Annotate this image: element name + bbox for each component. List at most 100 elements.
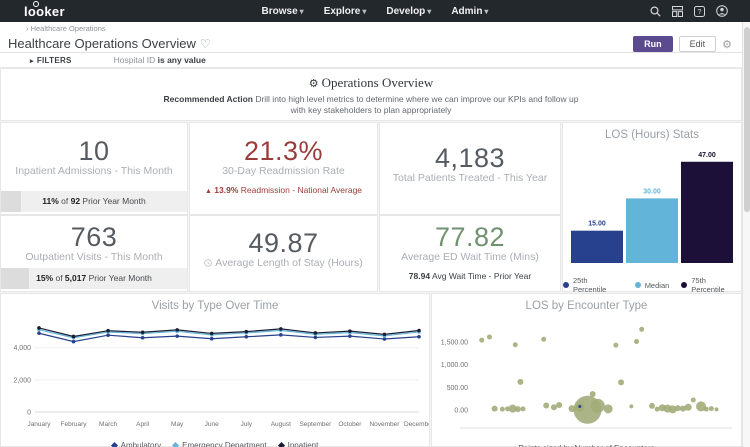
kpi-progress-text: 11% of 92 Prior Year Month [1, 191, 187, 212]
kpi-label: Total Patients Treated - This Year [380, 172, 560, 184]
legend-item[interactable]: 75th Percentile [681, 276, 741, 294]
kpi-progress-text: 15% of 5,017 Prior Year Month [1, 268, 187, 289]
los-encounter-chart[interactable]: 1,500.00 1,000.00 500.00 0.00 [432, 312, 741, 443]
legend-item[interactable]: 25th Percentile [563, 276, 623, 294]
scrollbar-thumb[interactable] [744, 27, 750, 212]
nav-menu-develop[interactable]: Develop▾ [386, 6, 431, 17]
legend-marker-icon [172, 442, 179, 447]
chart-title: Visits by Type Over Time [1, 300, 429, 312]
chevron-down-icon: ▾ [427, 7, 431, 16]
kpi-label: Outpatient Visits - This Month [1, 251, 187, 263]
legend-item[interactable]: Emergency Department [173, 441, 266, 447]
svg-text:August: August [271, 421, 291, 428]
title-actions: Run Edit ⚙ [633, 36, 732, 52]
kpi-label: Average ED Wait Time (Mins) [380, 251, 560, 263]
kpi-value: 10 [1, 136, 187, 167]
edit-button[interactable]: Edit [679, 36, 717, 52]
svg-text:September: September [299, 421, 332, 428]
svg-text:0.00: 0.00 [454, 408, 468, 415]
kpi-comparison: 78.94 Avg Wait Time - Prior Year [380, 271, 560, 281]
recommended-action-text: Recommended Action Drill into high level… [161, 94, 581, 117]
svg-text:2,000: 2,000 [13, 377, 31, 384]
los-stats-tile: LOS (Hours) Stats 15.00 30.00 47.00 25th P… [562, 122, 742, 292]
chart-title: LOS (Hours) Stats [563, 129, 741, 141]
svg-text:?: ? [698, 9, 702, 16]
kpi-label: 30-Day Readmission Rate [190, 165, 377, 177]
operations-overview-text-tile: ⚙Operations Overview Recommended Action … [0, 68, 742, 121]
kpi-label: Average Length of Stay (Hours) [190, 257, 377, 270]
svg-text:October: October [338, 421, 362, 428]
nav-menu-group: Browse▾ Explore▾ Develop▾ Admin▾ [0, 0, 750, 22]
svg-text:47.00: 47.00 [698, 152, 716, 159]
filter-hospital-id[interactable]: Hospital ID is any value [114, 55, 206, 65]
svg-text:30.00: 30.00 [643, 188, 661, 195]
gears-icon: ⚙ [309, 78, 319, 90]
marketplace-icon[interactable] [672, 6, 683, 17]
svg-text:January: January [27, 421, 51, 428]
kpi-tile-avg-length-of-stay[interactable]: 49.87 Average Length of Stay (Hours) [189, 215, 378, 292]
page-title: Healthcare Operations Overview♡ [8, 36, 211, 51]
legend-item[interactable]: Inpatient [279, 441, 319, 447]
svg-text:500.00: 500.00 [447, 385, 469, 392]
legend-marker-icon [278, 442, 285, 447]
los-stats-chart[interactable]: 15.00 30.00 47.00 [563, 141, 741, 274]
filters-toggle[interactable]: ▸FILTERS [30, 56, 72, 65]
title-row: Healthcare Operations Overview♡ Run Edit… [0, 34, 742, 53]
los-stats-legend: 25th Percentile Median 75th Percentile [563, 276, 741, 294]
svg-text:15.00: 15.00 [588, 221, 606, 228]
legend-dot-icon [635, 282, 641, 288]
kpi-value: 763 [1, 222, 187, 253]
breadcrumb-row: › Healthcare Operations [0, 22, 742, 34]
svg-text:1,000.00: 1,000.00 [441, 362, 468, 369]
kpi-label: Inpatient Admissions - This Month [1, 165, 187, 177]
legend-item[interactable]: Median [635, 281, 670, 290]
account-icon[interactable] [716, 5, 728, 17]
kpi-tile-total-patients[interactable]: 4,183 Total Patients Treated - This Year [379, 122, 561, 215]
help-icon[interactable]: ? [694, 6, 705, 17]
visits-by-type-tile: Visits by Type Over Time 4,0002,0000Janu… [0, 293, 430, 447]
chevron-right-icon: › [26, 24, 29, 33]
legend-marker-icon [111, 442, 118, 447]
svg-text:March: March [99, 421, 117, 428]
visits-chart[interactable]: 4,0002,0000JanuaryFebruaryMarchAprilMayJ… [1, 312, 429, 439]
caret-right-icon: ▸ [30, 58, 34, 65]
svg-text:4,000: 4,000 [13, 345, 31, 352]
kpi-progress-bar: 11% of 92 Prior Year Month [1, 191, 187, 212]
top-nav-bar: looker Browse▾ Explore▾ Develop▾ Admin▾ … [0, 0, 750, 22]
chevron-down-icon: ▾ [362, 7, 366, 16]
vertical-scrollbar[interactable] [742, 22, 750, 447]
chart-title: LOS by Encounter Type [432, 300, 741, 312]
svg-text:February: February [61, 421, 88, 428]
search-icon[interactable] [650, 6, 661, 17]
kpi-value: 49.87 [190, 228, 377, 259]
kpi-value: 4,183 [380, 143, 560, 174]
clock-icon [204, 258, 212, 270]
kpi-value: 77.82 [380, 222, 560, 253]
los-by-encounter-tile: LOS by Encounter Type 1,500.00 1,000.00 50… [431, 293, 742, 447]
kpi-progress-bar: 15% of 5,017 Prior Year Month [1, 268, 187, 289]
svg-text:April: April [136, 421, 150, 428]
svg-text:1,500.00: 1,500.00 [441, 340, 468, 347]
kpi-tile-outpatient-visits[interactable]: 763 Outpatient Visits - This Month 15% o… [0, 215, 188, 292]
looker-dashboard-page: looker Browse▾ Explore▾ Develop▾ Admin▾ … [0, 0, 750, 447]
kpi-tile-inpatient-admissions[interactable]: 10 Inpatient Admissions - This Month 11%… [0, 122, 188, 215]
kpi-comparison: ▲ 13.9% Readmission - National Average [190, 185, 377, 195]
svg-text:July: July [240, 421, 252, 428]
triangle-up-icon: ▲ [205, 188, 212, 195]
kpi-tile-ed-wait-time[interactable]: 77.82 Average ED Wait Time (Mins) 78.94 … [379, 215, 561, 292]
kpi-tile-readmission-rate[interactable]: 21.3% 30-Day Readmission Rate ▲ 13.9% Re… [189, 122, 378, 215]
visits-legend: Ambulatory Emergency Department Inpatient [1, 441, 429, 447]
nav-menu-browse[interactable]: Browse▾ [262, 6, 304, 17]
legend-item[interactable]: Ambulatory [112, 441, 161, 447]
nav-menu-explore[interactable]: Explore▾ [324, 6, 367, 17]
svg-text:May: May [171, 421, 184, 428]
filters-bar: ▸FILTERS Hospital ID is any value [0, 53, 742, 68]
chevron-down-icon: ▾ [484, 7, 488, 16]
run-button[interactable]: Run [633, 36, 673, 52]
svg-text:June: June [205, 421, 219, 428]
favorite-heart-icon[interactable]: ♡ [200, 37, 211, 51]
nav-menu-admin[interactable]: Admin▾ [451, 6, 488, 17]
dashboard-settings-gear-icon[interactable]: ⚙ [722, 38, 732, 51]
legend-dot-icon [681, 282, 687, 288]
nav-icon-group: ? [650, 0, 728, 22]
